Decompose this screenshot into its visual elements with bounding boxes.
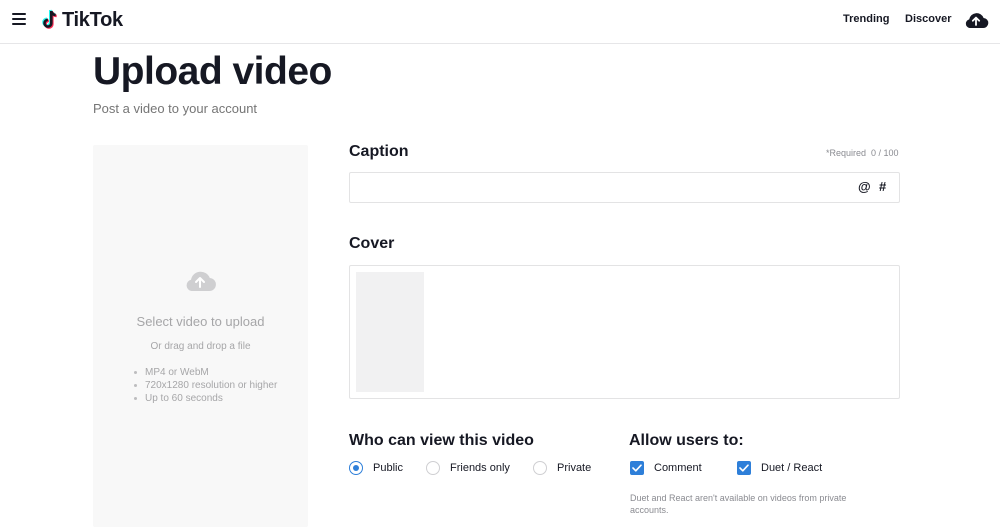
upload-title: Select video to upload: [136, 314, 265, 329]
caption-meta: *Required 0 / 100: [826, 148, 899, 158]
radio-button[interactable]: [533, 461, 547, 475]
privacy-option-friends[interactable]: Friends only: [426, 461, 510, 475]
privacy-option-public[interactable]: Public: [349, 461, 403, 475]
requirement-item: Up to 60 seconds: [131, 392, 277, 405]
allow-option-label: Duet / React: [761, 462, 823, 474]
nav-trending-link[interactable]: Trending: [843, 13, 889, 25]
checkmark-icon: [739, 464, 749, 472]
privacy-label: Who can view this video: [349, 432, 534, 449]
page-subtitle: Post a video to your account: [93, 101, 258, 116]
tiktok-logo[interactable]: TikTok: [40, 8, 123, 32]
radio-button[interactable]: [426, 461, 440, 475]
caption-input[interactable]: [358, 177, 852, 200]
hamburger-icon[interactable]: [12, 13, 26, 25]
radio-button-checked[interactable]: [349, 461, 363, 475]
privacy-option-label: Public: [373, 462, 403, 474]
checkbox-checked[interactable]: [630, 461, 644, 475]
cover-label: Cover: [349, 235, 395, 252]
cover-thumbnail-placeholder[interactable]: [356, 272, 424, 392]
cloud-upload-icon[interactable]: [963, 9, 989, 31]
nav-discover-link[interactable]: Discover: [905, 13, 951, 25]
page-title: Upload video: [93, 50, 332, 93]
privacy-option-label: Private: [557, 462, 592, 474]
duet-react-note: Duet and React aren't available on video…: [630, 493, 847, 515]
video-upload-dropzone[interactable]: Select video to upload Or drag and drop …: [93, 145, 308, 527]
allow-users-label: Allow users to:: [629, 432, 744, 449]
allow-duet-option[interactable]: Duet / React: [737, 461, 822, 475]
requirement-item: MP4 or WebM: [131, 366, 277, 379]
caption-label: Caption: [349, 143, 409, 160]
checkmark-icon: [632, 464, 642, 472]
allow-option-label: Comment: [654, 462, 702, 474]
cover-selector[interactable]: [349, 265, 900, 399]
hashtag-button[interactable]: #: [879, 179, 886, 194]
cloud-upload-icon: [186, 271, 216, 292]
mention-button[interactable]: @: [858, 179, 871, 194]
allow-comment-option[interactable]: Comment: [630, 461, 702, 475]
upload-drag-hint: Or drag and drop a file: [150, 341, 251, 352]
privacy-option-private[interactable]: Private: [533, 461, 591, 475]
tiktok-note-icon: [42, 9, 57, 29]
requirement-item: 720x1280 resolution or higher: [131, 379, 277, 392]
checkbox-checked[interactable]: [737, 461, 751, 475]
upload-requirements-list: MP4 or WebM 720x1280 resolution or highe…: [131, 366, 277, 405]
privacy-option-label: Friends only: [450, 462, 510, 474]
caption-field[interactable]: [349, 172, 900, 203]
top-nav-bar: TikTok Trending Discover: [0, 0, 1000, 44]
caption-char-count: 0 / 100: [871, 148, 899, 158]
logo-text: TikTok: [62, 8, 123, 31]
caption-required-text: *Required: [826, 148, 867, 158]
